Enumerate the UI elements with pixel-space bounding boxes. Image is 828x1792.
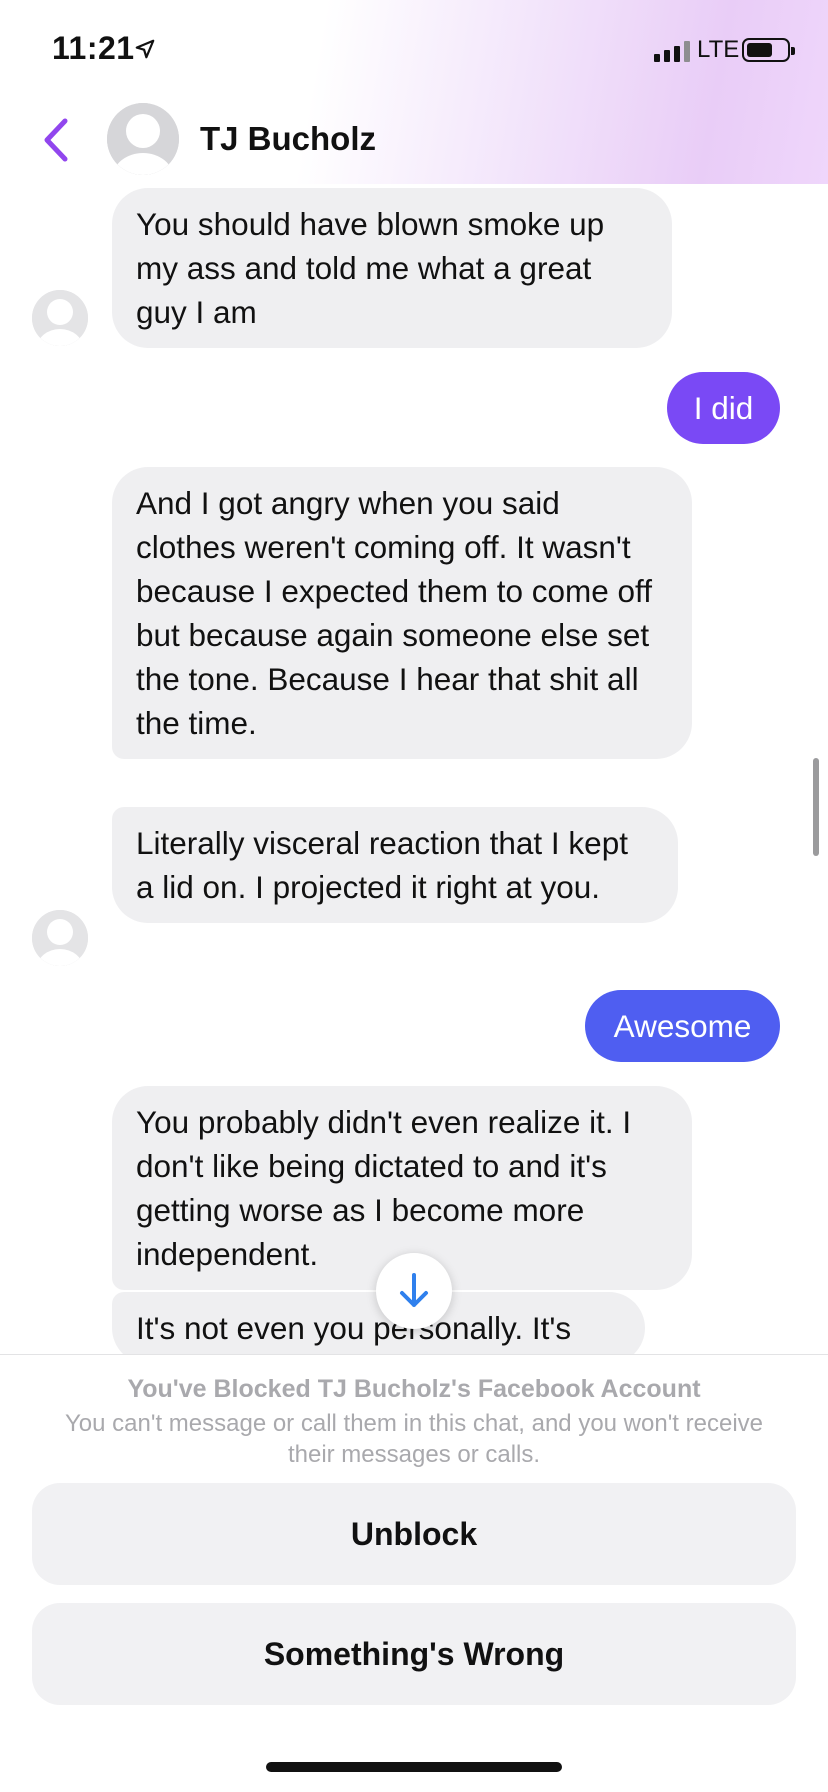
default-avatar-icon	[32, 910, 88, 966]
unblock-button[interactable]: Unblock	[32, 1483, 796, 1585]
scrollbar-thumb[interactable]	[813, 758, 819, 856]
status-bar: 11:21 LTE	[0, 0, 828, 100]
message-text: And I got angry when you said clothes we…	[136, 485, 652, 741]
cellular-signal-icon	[654, 40, 690, 62]
message-bubble-incoming[interactable]: Literally visceral reaction that I kept …	[112, 807, 678, 923]
home-indicator[interactable]	[266, 1762, 562, 1772]
message-bubble-incoming[interactable]: You should have blown smoke up my ass an…	[112, 188, 672, 348]
location-arrow-icon	[135, 39, 155, 59]
message-text: You probably didn't even realize it. I d…	[136, 1104, 632, 1272]
contact-name[interactable]: TJ Bucholz	[200, 120, 376, 158]
message-text: You should have blown smoke up my ass an…	[136, 206, 605, 330]
arrow-down-icon	[400, 1273, 428, 1307]
message-bubble-outgoing[interactable]: Awesome	[585, 990, 780, 1062]
message-list[interactable]: You should have blown smoke up my ass an…	[0, 184, 828, 1354]
something-wrong-button[interactable]: Something's Wrong	[32, 1603, 796, 1705]
chat-header: TJ Bucholz	[0, 100, 828, 184]
contact-avatar[interactable]	[107, 103, 179, 175]
message-bubble-outgoing[interactable]: I did	[667, 372, 780, 444]
message-text: Awesome	[613, 1008, 752, 1044]
message-bubble-incoming[interactable]: And I got angry when you said clothes we…	[112, 467, 692, 759]
chevron-left-icon	[44, 118, 68, 162]
blocked-title: You've Blocked TJ Bucholz's Facebook Acc…	[127, 1375, 701, 1403]
status-time: 11:21	[52, 30, 135, 66]
blocked-description: You can't message or call them in this c…	[65, 1410, 763, 1468]
default-avatar-icon	[107, 103, 179, 175]
message-text: It's not even you personally. It's	[136, 1310, 572, 1346]
battery-icon	[742, 38, 795, 62]
scroll-to-bottom-button[interactable]	[376, 1253, 452, 1329]
default-avatar-icon	[32, 290, 88, 346]
message-text: Literally visceral reaction that I kept …	[136, 825, 628, 905]
back-button[interactable]	[36, 116, 76, 164]
blocked-notice-panel: You've Blocked TJ Bucholz's Facebook Acc…	[0, 1354, 828, 1792]
message-text: I did	[693, 390, 754, 426]
sender-avatar[interactable]	[32, 910, 88, 966]
network-type: LTE	[697, 36, 740, 63]
sender-avatar[interactable]	[32, 290, 88, 346]
